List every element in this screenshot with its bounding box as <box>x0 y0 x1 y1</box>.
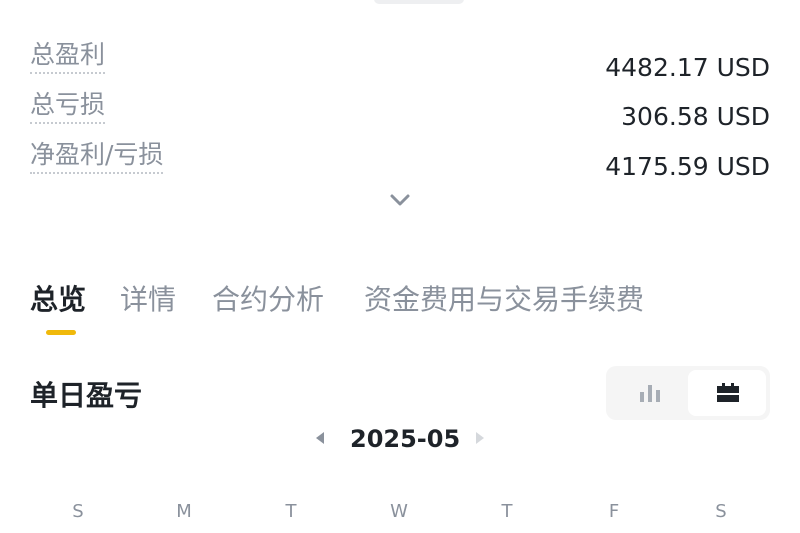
total-loss-label[interactable]: 总亏损 <box>30 90 106 124</box>
total-profit-label[interactable]: 总盈利 <box>30 40 106 74</box>
weekday-wed: W <box>390 501 408 522</box>
total-loss-value: 306.58 USD <box>621 102 770 131</box>
caret-left-icon[interactable] <box>314 430 326 446</box>
weekday-mon: M <box>176 501 192 522</box>
tab-overview[interactable]: 总览 <box>30 280 86 320</box>
tab-contract-analysis[interactable]: 合约分析 <box>212 280 324 320</box>
bar-chart-icon <box>640 385 660 402</box>
weekday-sun: S <box>72 501 84 522</box>
caret-right-icon[interactable] <box>474 430 486 446</box>
weekday-fri: F <box>608 501 620 522</box>
weekday-thu: T <box>501 501 513 522</box>
net-pnl-row: 净盈利/亏损 4175.59 USD <box>30 140 770 181</box>
chevron-down-icon[interactable] <box>389 192 411 208</box>
active-tab-indicator <box>46 330 76 335</box>
sheet-handle[interactable] <box>374 0 464 4</box>
net-pnl-label[interactable]: 净盈利/亏损 <box>30 140 164 174</box>
weekday-sat: S <box>715 501 727 522</box>
current-month: 2025-05 <box>350 425 461 453</box>
month-selector: 2025-05 <box>300 420 500 460</box>
weekday-tue: T <box>285 501 297 522</box>
calendar-view-button[interactable] <box>688 370 766 416</box>
calendar-icon <box>717 383 739 402</box>
daily-pnl-title: 单日盈亏 <box>30 379 143 412</box>
tab-funding-fees[interactable]: 资金费用与交易手续费 <box>364 280 644 320</box>
total-loss-row: 总亏损 306.58 USD <box>30 90 770 131</box>
tab-details[interactable]: 详情 <box>120 280 176 320</box>
net-pnl-value: 4175.59 USD <box>605 152 770 181</box>
chart-view-button[interactable] <box>610 370 688 416</box>
total-profit-value: 4482.17 USD <box>605 53 770 82</box>
total-profit-row: 总盈利 4482.17 USD <box>30 40 770 82</box>
view-toggle <box>606 366 770 420</box>
